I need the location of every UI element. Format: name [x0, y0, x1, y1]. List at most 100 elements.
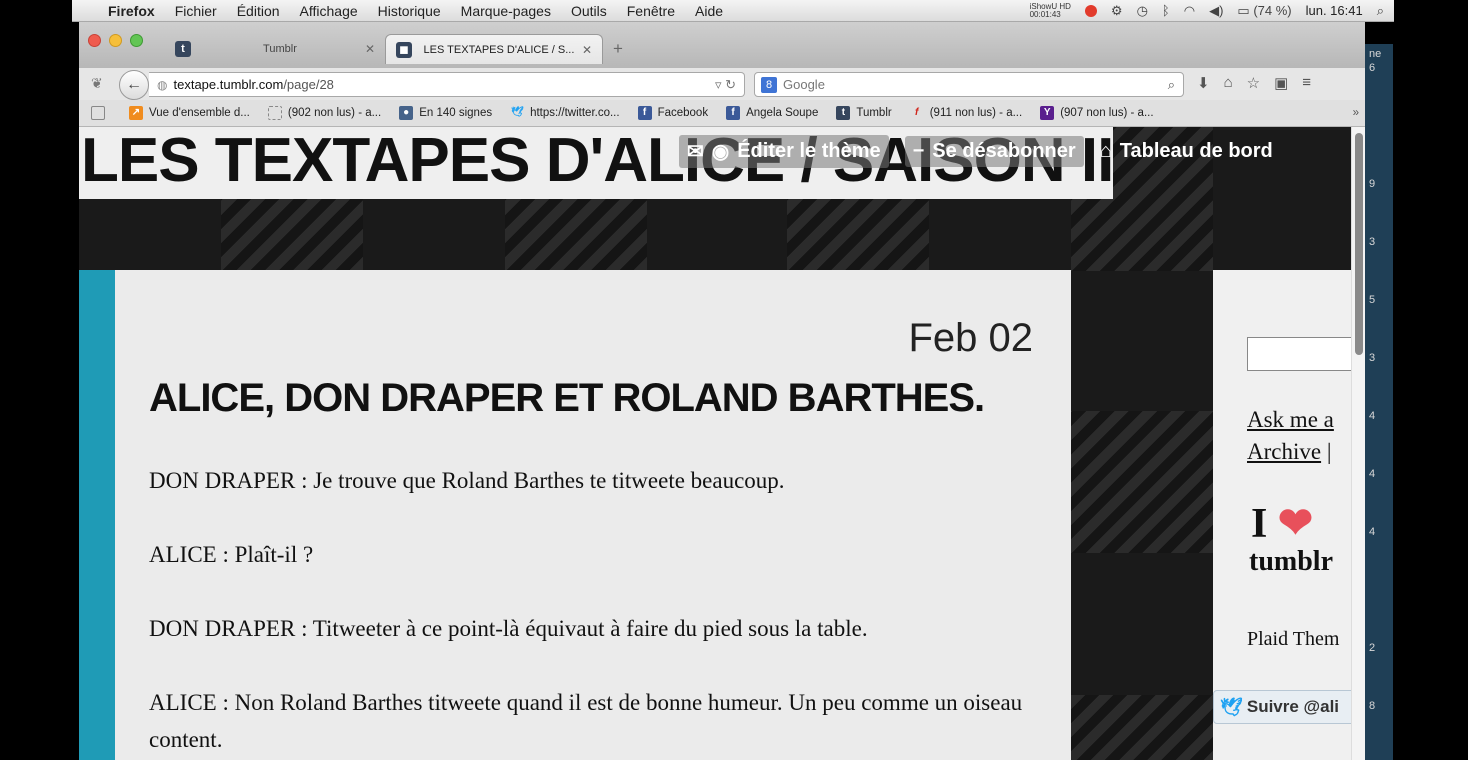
post-paragraph: DON DRAPER : Titweeter à ce point-là équ… — [149, 616, 868, 641]
bookmark-blank[interactable] — [91, 106, 111, 120]
tab-tumblr[interactable]: t Tumblr ✕ — [165, 34, 385, 64]
url-host: textape.tumblr.com — [173, 77, 284, 92]
tumblr-icon: t — [836, 106, 851, 120]
menu-aide[interactable]: Aide — [695, 3, 723, 19]
dashboard-button[interactable]: ⌂ Tableau de bord — [1100, 140, 1273, 163]
bookmark-item[interactable]: f Angela Soupe — [726, 106, 818, 120]
menu-affichage[interactable]: Affichage — [300, 3, 358, 19]
back-button[interactable]: ← — [119, 70, 149, 100]
bookmark-item[interactable]: Y (907 non lus) - a... — [1040, 106, 1154, 120]
clock[interactable]: lun. 16:41 — [1306, 3, 1363, 18]
tab-textapes[interactable]: ◼ LES TEXTAPES D'ALICE / S... ✕ — [385, 34, 603, 64]
page-content: LES TEXTAPES D'ALICE / SAISON II ✉ ◉ Édi… — [79, 127, 1351, 760]
record-icon[interactable] — [1084, 4, 1097, 17]
volume-icon[interactable]: ◀) — [1209, 3, 1223, 19]
chevron-right-icon[interactable]: » — [1353, 107, 1359, 119]
spotlight-icon[interactable]: ⌕ — [1377, 3, 1384, 19]
battery-icon[interactable]: ▭ (74 %) — [1237, 3, 1291, 19]
post-body: DON DRAPER : Je trouve que Roland Barthe… — [149, 462, 1029, 760]
sidebar-toggle-icon[interactable]: ❦ — [91, 75, 103, 92]
post-paragraph: DON DRAPER : Je trouve que Roland Barthe… — [149, 468, 785, 493]
bookmarks-menu-icon[interactable]: ▣ — [1274, 74, 1288, 92]
menu-icon[interactable]: ≡ — [1302, 74, 1311, 92]
menu-historique[interactable]: Historique — [378, 3, 441, 19]
mail-icon: ✉ — [687, 140, 704, 163]
sidebar-links: Ask me a Archive | — [1247, 404, 1334, 468]
bookmark-item[interactable]: f Facebook — [637, 106, 708, 120]
minus-icon: − — [912, 139, 925, 162]
theme-credit[interactable]: Plaid Them — [1247, 628, 1339, 651]
plaid-pattern — [505, 199, 647, 271]
tab-bar: t Tumblr ✕ ◼ LES TEXTAPES D'ALICE / S...… — [79, 22, 1365, 68]
unfollow-button[interactable]: − Se désabonner — [904, 135, 1084, 167]
toolbar-icons: ⬇ ⌂ ☆ ▣ ≡ — [1197, 74, 1311, 92]
post-date[interactable]: Feb 02 — [908, 316, 1033, 361]
bookmark-item[interactable]: t Tumblr — [836, 106, 892, 120]
zoom-window-button[interactable] — [130, 34, 143, 47]
search-placeholder: Google — [783, 77, 825, 92]
blank-icon — [91, 106, 105, 120]
wifi-icon[interactable]: ◠ — [1184, 3, 1195, 19]
edit-theme-button[interactable]: ✉ ◉ Éditer le thème — [679, 134, 889, 168]
bookmark-star-icon[interactable]: ☆ — [1247, 74, 1260, 92]
home-icon[interactable]: ⌂ — [1224, 74, 1233, 92]
bookmark-item[interactable]: ● En 140 signes — [399, 106, 492, 120]
ask-link[interactable]: Ask me a — [1247, 407, 1334, 432]
globe-icon: ◍ — [157, 77, 168, 92]
reload-icon[interactable]: ▿ ↻ — [715, 77, 736, 93]
download-icon[interactable]: ⬇ — [1197, 74, 1210, 92]
follow-twitter-button[interactable]: 🕊 Suivre @ali — [1213, 690, 1351, 724]
i-heart-tumblr-badge[interactable]: I ❤ — [1251, 498, 1313, 548]
url-path: /page/28 — [283, 77, 334, 92]
post-paragraph: ALICE : Non Roland Barthes titweete quan… — [149, 690, 1023, 752]
menu-firefox[interactable]: Firefox — [108, 3, 155, 19]
recorder-status[interactable]: iShowU HD 00:01:43 — [1030, 2, 1071, 19]
close-window-button[interactable] — [88, 34, 101, 47]
plaid-pattern — [1071, 695, 1213, 760]
post-title[interactable]: ALICE, DON DRAPER ET ROLAND BARTHES. — [149, 376, 985, 421]
facebook-icon: f — [726, 106, 741, 120]
close-tab-icon[interactable]: ✕ — [582, 43, 592, 57]
post-accent-bar — [79, 270, 115, 760]
plaid-pattern — [787, 199, 929, 271]
tumblr-icon: t — [175, 41, 191, 57]
search-input[interactable]: 8 Google ⌕ — [754, 72, 1184, 97]
page-scrollbar[interactable] — [1351, 127, 1365, 760]
blog-search-input[interactable] — [1247, 337, 1351, 371]
twitter-icon: 🕊 — [510, 107, 524, 118]
archive-link[interactable]: Archive — [1247, 439, 1321, 464]
home-icon: ⌂ — [1099, 139, 1112, 162]
tumblr-wordmark[interactable]: tumblr — [1249, 546, 1333, 578]
search-icon[interactable]: ⌕ — [1168, 77, 1175, 93]
bookmark-item[interactable]: f (911 non lus) - a... — [910, 106, 1022, 120]
gear-icon[interactable]: ⚙ — [1111, 3, 1123, 19]
bluetooth-icon[interactable]: ᛒ — [1162, 3, 1170, 18]
plaid-pattern — [221, 199, 363, 271]
facebook-icon: f — [637, 106, 652, 120]
google-icon[interactable]: 8 — [761, 76, 777, 93]
bookmark-item[interactable]: 🕊 https://twitter.co... — [510, 106, 620, 120]
scroll-thumb[interactable] — [1355, 133, 1363, 355]
close-tab-icon[interactable]: ✕ — [365, 42, 375, 56]
menu-bar: Firefox Fichier Édition Affichage Histor… — [72, 0, 1394, 22]
plaid-pattern — [1071, 411, 1213, 553]
bookmark-item[interactable]: (902 non lus) - a... — [267, 106, 381, 120]
twitter-icon: 🕊 — [1220, 696, 1243, 717]
url-bar[interactable]: ◍ textape.tumblr.com /page/28 ▿ ↻ — [149, 72, 745, 97]
heart-icon: ❤ — [1277, 501, 1314, 547]
menu-outils[interactable]: Outils — [571, 3, 607, 19]
time-machine-icon[interactable]: ◷ — [1137, 3, 1148, 19]
free-icon: f — [915, 107, 919, 118]
blank-icon — [267, 106, 282, 120]
menu-marque-pages[interactable]: Marque-pages — [461, 3, 551, 19]
menu-fenetre[interactable]: Fenêtre — [627, 3, 675, 19]
new-tab-button[interactable]: + — [613, 39, 623, 59]
post-paragraph: ALICE : Plaît-il ? — [149, 542, 314, 567]
chart-icon: ↗ — [129, 106, 143, 120]
post: Feb 02 ALICE, DON DRAPER ET ROLAND BARTH… — [115, 270, 1071, 760]
bookmark-item[interactable]: ↗ Vue d'ensemble d... — [129, 106, 250, 120]
background-window-edge: ne 6 9 3 5 3 4 4 4 2 8 — [1365, 44, 1393, 760]
menu-edition[interactable]: Édition — [237, 3, 280, 19]
menu-fichier[interactable]: Fichier — [175, 3, 217, 19]
minimize-window-button[interactable] — [109, 34, 122, 47]
